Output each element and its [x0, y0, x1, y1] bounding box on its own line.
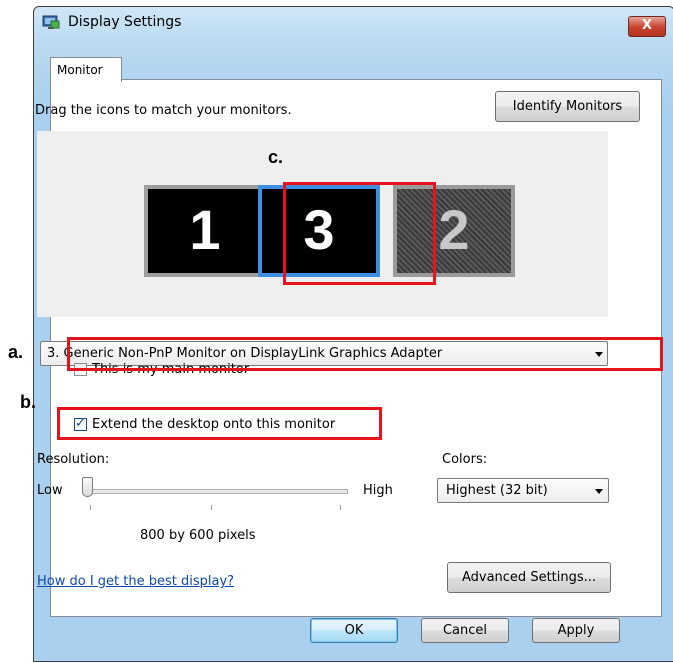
resolution-label: Resolution:: [37, 452, 110, 467]
close-button[interactable]: X: [628, 16, 666, 37]
tab-label: Monitor: [57, 63, 103, 77]
ok-button[interactable]: OK: [310, 618, 398, 643]
identify-monitors-button[interactable]: Identify Monitors: [495, 91, 640, 122]
monitor-icon-1[interactable]: 1: [144, 185, 266, 277]
colors-select-dropdown[interactable]: Highest (32 bit): [437, 478, 609, 503]
resolution-slider-track[interactable]: [87, 489, 348, 494]
cancel-button[interactable]: Cancel: [421, 618, 509, 643]
window-title: Display Settings: [68, 14, 182, 30]
highlight-box-extend-desktop: [57, 407, 382, 440]
resolution-low-label: Low: [37, 483, 63, 498]
colors-select-value: Highest (32 bit): [446, 483, 548, 498]
colors-label: Colors:: [442, 452, 488, 467]
monitor-number: 1: [189, 198, 221, 261]
chevron-down-icon: [595, 489, 603, 494]
slider-tick: [340, 505, 341, 510]
tab-monitor[interactable]: Monitor: [50, 57, 122, 82]
highlight-box-monitor-select: [67, 337, 663, 371]
resolution-value-text: 800 by 600 pixels: [140, 528, 256, 543]
display-monitor-icon: [42, 15, 60, 29]
resolution-high-label: High: [363, 483, 393, 498]
annotation-a: a.: [8, 342, 24, 362]
close-icon: X: [641, 18, 653, 33]
resolution-slider-thumb[interactable]: [82, 477, 93, 497]
drag-hint-text: Drag the icons to match your monitors.: [35, 103, 292, 118]
annotation-c: c.: [268, 147, 284, 167]
advanced-settings-button[interactable]: Advanced Settings...: [447, 562, 611, 593]
slider-tick: [90, 505, 91, 510]
title-bar[interactable]: Display Settings X: [34, 7, 673, 37]
slider-tick: [211, 505, 212, 510]
apply-button[interactable]: Apply: [532, 618, 620, 643]
annotation-b: b.: [20, 392, 36, 412]
highlight-box-monitor-3: [283, 182, 436, 285]
best-display-help-link[interactable]: How do I get the best display?: [37, 574, 234, 589]
